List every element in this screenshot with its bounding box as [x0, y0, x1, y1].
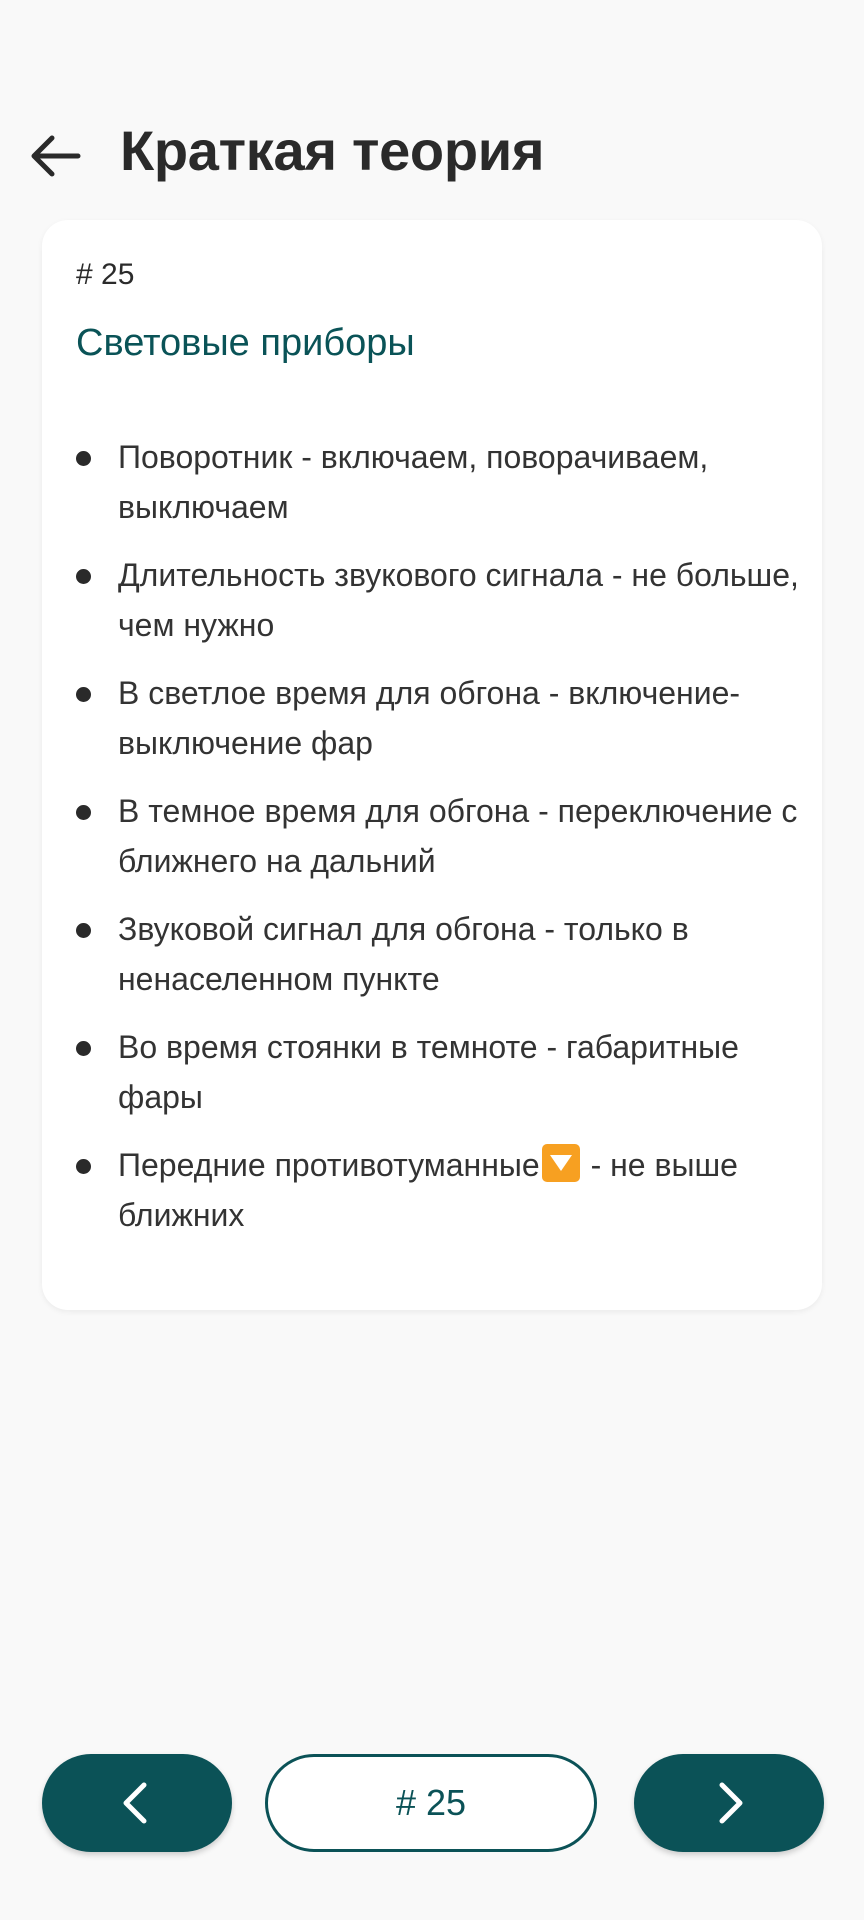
bullet-icon [76, 687, 91, 702]
bullet-icon [76, 569, 91, 584]
list-item-text: Во время стоянки в темноте - габаритные … [118, 1029, 739, 1115]
list-item: В темное время для обгона - переключение… [76, 786, 806, 886]
next-button[interactable] [634, 1754, 824, 1852]
chevron-left-icon [123, 1782, 147, 1824]
page-title: Краткая теория [120, 119, 545, 182]
card-number: # 25 [76, 258, 135, 291]
list-item: Длительность звукового сигнала - не боль… [76, 550, 806, 650]
list-item-text: В светлое время для обгона - включение-в… [118, 675, 741, 761]
question-counter-button[interactable]: # 25 [265, 1754, 597, 1852]
chevron-right-icon [719, 1782, 743, 1824]
app-header: Краткая теория [0, 112, 864, 196]
list-item-text: В темное время для обгона - переключение… [118, 793, 798, 879]
list-item-text: Звуковой сигнал для обгона - только в не… [118, 911, 689, 997]
bullet-icon [76, 805, 91, 820]
bullet-icon [76, 451, 91, 466]
back-button[interactable] [28, 132, 82, 180]
theory-list: Поворотник - включаем, поворачиваем, вык… [76, 432, 806, 1258]
list-item: Во время стоянки в темноте - габаритные … [76, 1022, 806, 1122]
list-item-text-before: Передние противотуманные [118, 1147, 540, 1183]
list-item: Звуковой сигнал для обгона - только в не… [76, 904, 806, 1004]
list-item: Поворотник - включаем, поворачиваем, вык… [76, 432, 806, 532]
bottom-navigation: # 25 [0, 1754, 864, 1852]
list-item: Передние противотуманные - не выше ближн… [76, 1140, 806, 1240]
down-arrow-emoji-icon [541, 1144, 580, 1182]
arrow-left-icon [31, 135, 81, 177]
bullet-icon [76, 923, 91, 938]
list-item: В светлое время для обгона - включение-в… [76, 668, 806, 768]
previous-button[interactable] [42, 1754, 232, 1852]
theory-card: # 25 Световые приборы Поворотник - включ… [42, 220, 822, 1310]
card-title: Световые приборы [76, 322, 415, 364]
list-item-text: Поворотник - включаем, поворачиваем, вык… [118, 439, 709, 525]
bullet-icon [76, 1041, 91, 1056]
list-item-text: Длительность звукового сигнала - не боль… [118, 557, 799, 643]
bullet-icon [76, 1159, 91, 1174]
